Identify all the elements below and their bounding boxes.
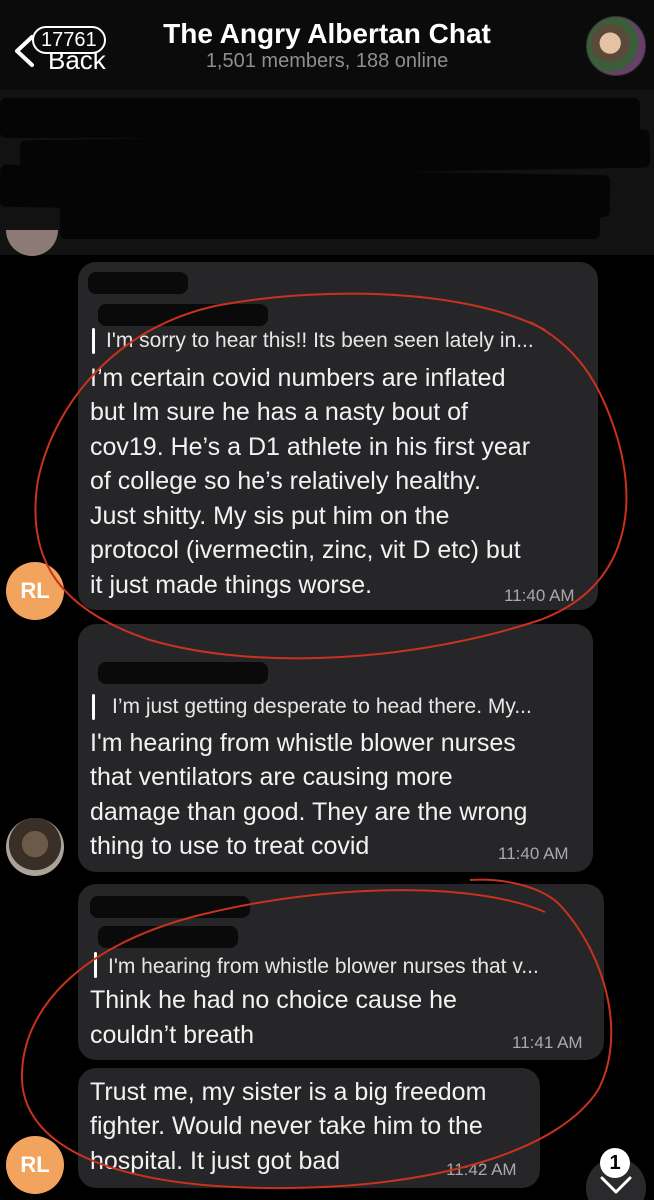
message-bubble[interactable]: I’m just getting desperate to head there… bbox=[78, 624, 593, 872]
redaction-scribble bbox=[60, 205, 600, 239]
avatar[interactable]: RL bbox=[6, 1136, 64, 1194]
chat-subtitle: 1,501 members, 188 online bbox=[205, 50, 449, 72]
redacted-reply-author bbox=[98, 304, 268, 326]
group-avatar[interactable] bbox=[586, 16, 646, 76]
message-line: damage than good. They are the wrong bbox=[90, 798, 528, 826]
message-line: cov19. He’s a D1 athlete in his first ye… bbox=[90, 433, 531, 461]
message-line: I'm hearing from whistle blower nurses bbox=[90, 729, 516, 757]
redacted-sender-name bbox=[90, 896, 250, 918]
message-bubble[interactable]: Trust me, my sister is a big freedom fig… bbox=[78, 1068, 540, 1188]
message-line: couldn’t breath bbox=[90, 1021, 255, 1049]
avatar[interactable] bbox=[6, 818, 64, 876]
message-line: that ventilators are causing more bbox=[90, 763, 453, 791]
reply-preview[interactable]: I'm hearing from whistle blower nurses t… bbox=[108, 955, 598, 979]
reply-preview[interactable]: I'm sorry to hear this!! Its been seen l… bbox=[106, 329, 591, 353]
redacted-sender-name bbox=[88, 272, 188, 294]
message-line: Think he had no choice cause he bbox=[90, 986, 457, 1014]
message-line: Trust me, my sister is a big freedom bbox=[90, 1078, 487, 1106]
message-time: 11:40 AM bbox=[504, 586, 575, 605]
chat-header: Back 17761 The Angry Albertan Chat 1,501… bbox=[0, 0, 654, 90]
chat-title[interactable]: The Angry Albertan Chat bbox=[0, 18, 654, 50]
message-line: of college so he’s relatively healthy. bbox=[90, 467, 481, 495]
message-line: Just shitty. My sis put him on the bbox=[90, 502, 450, 530]
reply-preview[interactable]: I’m just getting desperate to head there… bbox=[112, 695, 587, 719]
message-line: it just made things worse. bbox=[90, 571, 373, 599]
message-bubble[interactable]: I'm sorry to hear this!! Its been seen l… bbox=[78, 262, 598, 610]
reply-bar bbox=[92, 694, 95, 720]
reply-bar bbox=[94, 952, 97, 978]
message-time: 11:42 AM bbox=[446, 1160, 517, 1179]
message-line: thing to use to treat covid bbox=[90, 832, 370, 860]
reply-bar bbox=[92, 328, 95, 354]
message-line: fighter. Would never take him to the bbox=[90, 1112, 483, 1140]
message-line: but Im sure he has a nasty bout of bbox=[90, 398, 469, 426]
avatar[interactable]: RL bbox=[6, 562, 64, 620]
message-time: 11:40 AM bbox=[498, 844, 569, 863]
redacted-reply-author bbox=[98, 926, 238, 948]
message-line: I’m certain covid numbers are inflated bbox=[90, 364, 506, 392]
redacted-pinned-area bbox=[0, 90, 654, 255]
message-line: protocol (ivermectin, zinc, vit D etc) b… bbox=[90, 536, 521, 564]
message-time: 11:41 AM bbox=[512, 1033, 583, 1052]
chevron-down-icon bbox=[600, 1176, 632, 1194]
message-bubble[interactable]: I'm hearing from whistle blower nurses t… bbox=[78, 884, 604, 1060]
redacted-reply-author bbox=[98, 662, 268, 684]
message-line: hospital. It just got bad bbox=[90, 1147, 341, 1175]
